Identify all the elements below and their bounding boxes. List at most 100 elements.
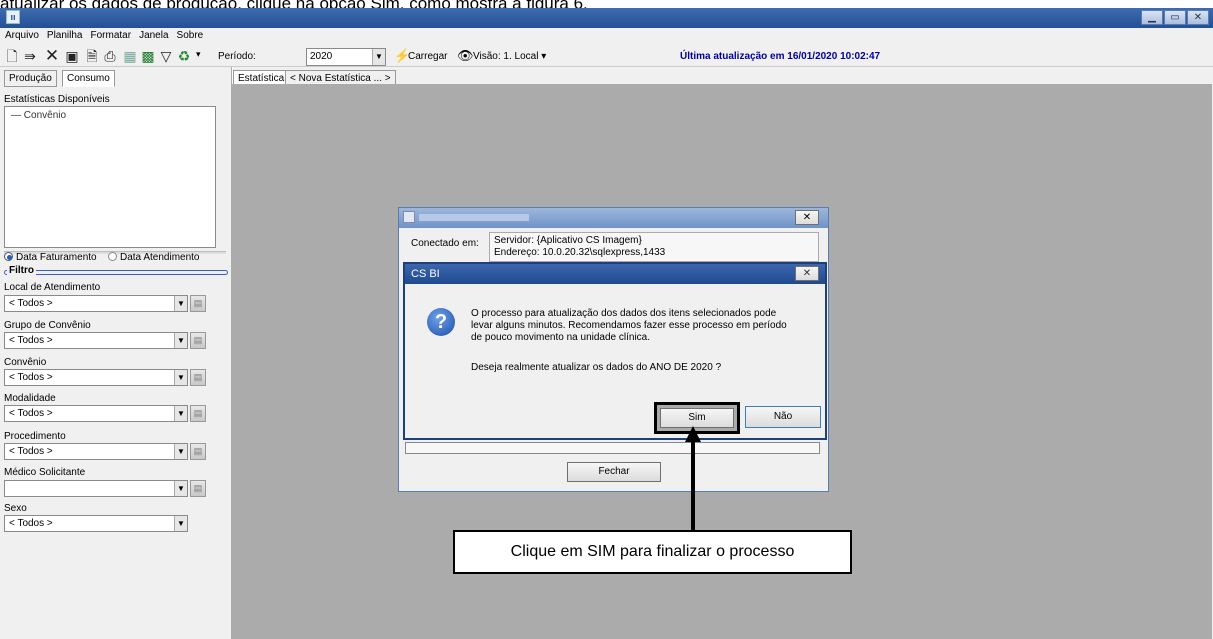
toolbar: 🗋 ⇛ ✕ ▣ 🗎 ⎙ ▦ ▩ ▽ ♻ ▾ Período: 2020 ▼ ⚡ … (0, 45, 1213, 67)
combo-local[interactable]: < Todos > ▼ (4, 295, 188, 312)
visao-label: Visão: 1. Local (473, 51, 539, 62)
print-icon[interactable]: ⎙ (102, 48, 118, 64)
arrow-line (691, 440, 695, 530)
servidor-text: Servidor: {Aplicativo CS Imagem} (494, 235, 642, 246)
carregar-button[interactable]: Carregar (408, 51, 447, 62)
radio-data-faturamento[interactable] (4, 252, 13, 261)
filtro-divider (4, 270, 228, 275)
combo-value: < Todos > (9, 372, 53, 383)
nao-button[interactable]: Não (745, 406, 821, 428)
field-label-sexo: Sexo (4, 503, 27, 514)
chevron-down-icon[interactable]: ▼ (372, 49, 385, 65)
progress-bar (405, 442, 820, 454)
combo-sexo[interactable]: < Todos > ▼ (4, 515, 188, 532)
table-icon[interactable]: ▦ (122, 48, 138, 64)
field-label-modalidade: Modalidade (4, 393, 56, 404)
eye-icon: 👁 (457, 48, 474, 63)
confirm-dialog: CS BI ✕ ? O processo para atualização do… (403, 262, 827, 440)
menu-sobre[interactable]: Sobre (172, 28, 207, 41)
excel-icon[interactable]: ▩ (140, 48, 156, 64)
filter-list-icon[interactable]: ▤ (190, 480, 206, 497)
visao-dropdown[interactable]: Visão: 1. Local ▾ (473, 51, 546, 62)
menu-janela[interactable]: Janela (134, 28, 171, 41)
confirm-dialog-title: CS BI (411, 268, 440, 280)
stats-tree[interactable]: — Convênio (4, 106, 216, 248)
periodo-label: Período: (218, 51, 256, 62)
field-label-medico: Médico Solicitante (4, 467, 86, 478)
menu-formatar[interactable]: Formatar (86, 28, 135, 41)
field-label-grupo: Grupo de Convênio (4, 320, 91, 331)
chevron-down-icon[interactable]: ▼ (174, 296, 187, 311)
filter-list-icon[interactable]: ▤ (190, 332, 206, 349)
sim-button[interactable]: Sim (660, 408, 734, 428)
message-line: de pouco movimento na unidade clínica. (471, 332, 651, 343)
combo-procedimento[interactable]: < Todos > ▼ (4, 443, 188, 460)
app-icon (403, 211, 415, 223)
combo-value: < Todos > (9, 446, 53, 457)
menu-planilha[interactable]: Planilha (42, 28, 86, 41)
chevron-down-icon[interactable]: ▼ (174, 370, 187, 385)
field-label-convenio: Convênio (4, 357, 47, 368)
filter-list-icon[interactable]: ▤ (190, 369, 206, 386)
fechar-button[interactable]: Fechar (567, 462, 661, 482)
message-line: O processo para atualização dos dados do… (471, 308, 777, 319)
dialog-question: Deseja realmente atualizar os dados do A… (471, 362, 722, 373)
dialog-message: O processo para atualização dos dados do… (471, 308, 787, 344)
close-icon[interactable]: ✕ (795, 210, 819, 225)
menubar: Arquivo Planilha Formatar Janela Sobre (0, 28, 1213, 45)
last-update-text: Última atualização em 16/01/2020 10:02:4… (680, 51, 881, 62)
chevron-down-icon[interactable]: ▼ (174, 333, 187, 348)
new-document-arrow-icon[interactable]: ⇛ (22, 48, 38, 64)
conectado-label: Conectado em: (411, 238, 479, 249)
window-titlebar[interactable]: ıı ▁ ▭ ✕ (0, 8, 1213, 28)
filter-list-icon[interactable]: ▤ (190, 295, 206, 312)
combo-value: < Todos > (9, 298, 53, 309)
tab-consumo[interactable]: Consumo (62, 70, 115, 87)
combo-modalidade[interactable]: < Todos > ▼ (4, 405, 188, 422)
delete-icon[interactable]: ✕ (44, 47, 60, 64)
refresh-dropdown-icon[interactable]: ▾ (196, 49, 201, 60)
combo-convenio[interactable]: < Todos > ▼ (4, 369, 188, 386)
save-icon[interactable]: ▣ (64, 48, 80, 64)
message-line: levar alguns minutos. Recomendamos fazer… (471, 320, 787, 331)
stats-title: Estatísticas Disponíveis (4, 94, 110, 105)
arrow-head-icon (685, 426, 701, 442)
question-icon: ? (427, 308, 455, 336)
radio-label-atendimento: Data Atendimento (120, 252, 200, 263)
filter-icon[interactable]: ▽ (158, 48, 174, 64)
maximize-button[interactable]: ▭ (1164, 10, 1186, 25)
chevron-down-icon[interactable]: ▼ (174, 444, 187, 459)
new-document-icon[interactable]: 🗋 (4, 48, 20, 64)
print-preview-icon[interactable]: 🗎 (84, 48, 100, 64)
filter-list-icon[interactable]: ▤ (190, 443, 206, 460)
combo-medico[interactable]: ▼ (4, 480, 188, 497)
radio-data-atendimento[interactable] (108, 252, 117, 261)
chevron-down-icon[interactable]: ▼ (174, 516, 187, 531)
radio-label-faturamento: Data Faturamento (16, 252, 97, 263)
periodo-select[interactable]: 2020 ▼ (306, 48, 386, 66)
refresh-icon[interactable]: ♻ (176, 48, 192, 64)
close-window-button[interactable]: ✕ (1187, 10, 1209, 25)
app-icon: ıı (6, 10, 20, 24)
combo-value: < Todos > (9, 408, 53, 419)
combo-value: < Todos > (9, 335, 53, 346)
confirm-dialog-titlebar[interactable]: CS BI ✕ (405, 264, 825, 284)
filtro-label: Filtro (7, 265, 36, 276)
chevron-down-icon[interactable]: ▼ (174, 481, 187, 496)
field-label-procedimento: Procedimento (4, 431, 66, 442)
endereco-text: Endereço: 10.0.20.32\sqlexpress,1433 (494, 247, 666, 258)
filter-list-icon[interactable]: ▤ (190, 405, 206, 422)
tree-item-convenio[interactable]: — Convênio (11, 110, 66, 121)
connection-dialog-title (419, 214, 529, 221)
chevron-down-icon[interactable]: ▼ (174, 406, 187, 421)
menu-arquivo[interactable]: Arquivo (0, 28, 42, 41)
connection-dialog-titlebar[interactable]: ✕ (399, 208, 828, 228)
tab-producao[interactable]: Produção (4, 70, 57, 87)
combo-grupo[interactable]: < Todos > ▼ (4, 332, 188, 349)
left-panel: Produção Consumo Estatísticas Disponívei… (0, 67, 232, 639)
tree-item-label: Convênio (23, 110, 67, 121)
close-icon[interactable]: ✕ (795, 266, 819, 281)
periodo-value: 2020 (310, 51, 333, 62)
callout-box: Clique em SIM para finalizar o processo (453, 530, 852, 574)
minimize-button[interactable]: ▁ (1141, 10, 1163, 25)
